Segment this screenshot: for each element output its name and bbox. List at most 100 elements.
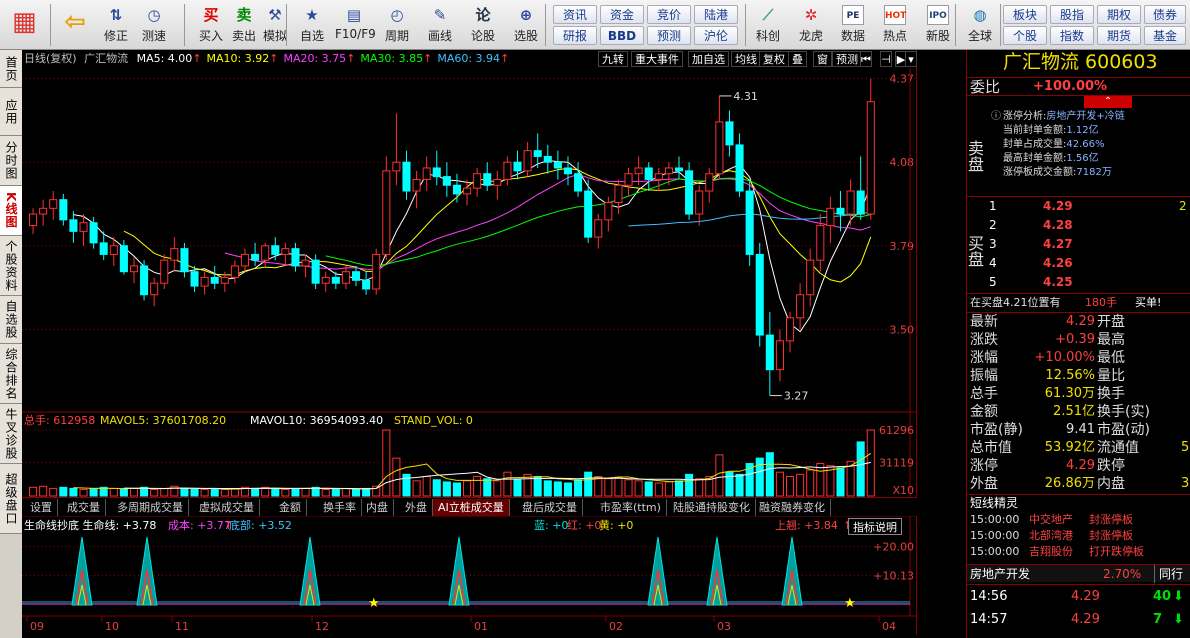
left-tab-7[interactable]: 牛叉诊股 (0, 404, 22, 464)
indicator-tab-5[interactable]: 换手率 (318, 499, 362, 516)
indicator-tab-7[interactable]: 外盘 (400, 499, 433, 516)
left-tab-2[interactable]: 分时图 (0, 136, 22, 186)
chart-control-3[interactable]: 均线 (731, 51, 761, 67)
collapse-up-button[interactable]: ⌃ (1084, 96, 1132, 108)
toolbar-btn-8[interactable]: ▤ F10/F9 (335, 3, 376, 47)
volume-bar (725, 471, 734, 497)
grid-btn-5[interactable]: BBD (600, 26, 644, 45)
right-grid-btn-5[interactable]: 指数 (1050, 26, 1094, 45)
indicator-tab-1[interactable]: 成交量 (62, 499, 106, 516)
indicator-tab-4[interactable]: 金额 (274, 499, 307, 516)
left-tab-0[interactable]: 首页 (0, 50, 22, 88)
sector-name[interactable]: 房地产开发 (970, 565, 1030, 583)
chart-control-1[interactable]: 重大事件 (631, 51, 683, 67)
hot-icon: HOT (884, 5, 906, 25)
sector-tab[interactable]: 同行 (1154, 565, 1183, 583)
volume-bar (533, 476, 542, 497)
bid-level: 2 (989, 218, 997, 232)
chart-control-0[interactable]: 九转 (598, 51, 628, 67)
chart-control-8[interactable]: ⏮ (860, 51, 872, 67)
chart-control-7[interactable]: 预测 (832, 51, 862, 67)
indicator-value-5: 黄: +0 (599, 519, 634, 532)
indicator-tab-8[interactable]: AI立桩成交量 (433, 499, 510, 516)
short-sprite-row-2[interactable]: 15:00:00 吉翔股份 打开跌停板 (967, 544, 1190, 560)
toolbar-btn-10[interactable]: ✎ 画线 (421, 3, 459, 47)
bid-row-2[interactable]: 2 4.28 (987, 216, 1190, 235)
right-grid-btn-7[interactable]: 基金 (1144, 26, 1186, 45)
ma-arrow: ↑ (192, 52, 202, 65)
right-grid-btn-0[interactable]: 板块 (1003, 5, 1047, 24)
short-sprite-row-1[interactable]: 15:00:00 北部湾港 封涨停板 (967, 528, 1190, 544)
kline-chart-svg[interactable]: 4.374.083.793.504.313.27总手: 612958 MAVOL5… (22, 50, 917, 635)
toolbar-icon-btn-5[interactable]: ◍ 全球 (960, 3, 1000, 47)
indicator-tab-0[interactable]: 设置 (25, 499, 58, 516)
grid-btn-7[interactable]: 沪伦 (694, 26, 738, 45)
toolbar-btn-9[interactable]: ◴ 周期 (378, 3, 416, 47)
candle-body (311, 259, 320, 284)
right-grid-btn-6[interactable]: 期货 (1097, 26, 1141, 45)
toolbar-icon-btn-4[interactable]: IPO 新股 (918, 3, 958, 47)
volume-header-item-3: STAND_VOL: 0 (394, 414, 473, 427)
toolbar-icon-btn-3[interactable]: HOT 热点 (875, 3, 915, 47)
right-grid-btn-1[interactable]: 股指 (1050, 5, 1094, 24)
bid-row-3[interactable]: 3 4.27 (987, 235, 1190, 254)
kline-chart-panel[interactable]: 4.37 4.08 3.79 3.50 4.31 3.27 总手: 612958 MAVOL5… (22, 50, 917, 635)
grid-btn-0[interactable]: 资讯 (553, 5, 597, 24)
indicator-tab-12[interactable]: 融资融券变化 (754, 499, 831, 516)
indicator-tab-10[interactable]: 市盈率(ttm) (595, 499, 667, 516)
toolbar-btn-12[interactable]: ⊕ 选股 (507, 3, 545, 47)
grid-btn-3[interactable]: 陆港 (694, 5, 738, 24)
indicator-help-button[interactable]: 指标说明 (848, 518, 902, 535)
chart-control-11[interactable]: ▾ (905, 51, 917, 67)
ma-arrow: ↑ (423, 52, 433, 65)
short-sprite-row-0[interactable]: 15:00:00 中交地产 封涨停板 (967, 512, 1190, 528)
indicator-tab-9[interactable]: 盘后成交量 (517, 499, 583, 516)
grid-btn-2[interactable]: 竞价 (647, 5, 691, 24)
grid-btn-4[interactable]: 研报 (553, 26, 597, 45)
bid-level: 5 (989, 275, 997, 289)
chart-control-9[interactable]: ⊣ (880, 51, 892, 67)
toolbar-btn-label: 模拟 (262, 29, 287, 43)
toolbar-btn-0[interactable]: ▦ (3, 3, 43, 47)
chart-stock-name: 广汇物流 (84, 52, 129, 65)
bid-row-5[interactable]: 5 4.25 (987, 273, 1190, 292)
left-tab-3[interactable]: K线图 (0, 186, 22, 236)
indicator-tab-6[interactable]: 内盘 (361, 499, 394, 516)
bid-row-1[interactable]: 1 4.29 2 (987, 197, 1190, 216)
bid-row-4[interactable]: 4 4.26 (987, 254, 1190, 273)
left-tab-6[interactable]: 综合排名 (0, 344, 22, 404)
indicator-tab-3[interactable]: 虚拟成交量 (194, 499, 260, 516)
right-grid-btn-4[interactable]: 个股 (1003, 26, 1047, 45)
toolbar-btn-11[interactable]: 论论股 (464, 3, 502, 47)
candle-body (644, 167, 653, 180)
indicator-tab-2[interactable]: 多周期成交量 (112, 499, 189, 516)
chart-control-4[interactable]: 复权 (759, 51, 789, 67)
toolbar-icon-btn-0[interactable]: ⟋ 科创 (748, 3, 788, 47)
right-grid-btn-3[interactable]: 债券 (1144, 5, 1186, 24)
toolbar-icon-btn-1[interactable]: ✲ 龙虎 (791, 3, 831, 47)
toolbar-btn-1[interactable]: ⇦ (55, 3, 95, 47)
left-tab-1[interactable]: 应用 (0, 88, 22, 136)
toolbar-btn-3[interactable]: ◷ 测速 (135, 3, 173, 47)
chart-control-5[interactable]: 叠 (788, 51, 807, 67)
left-tab-5[interactable]: 自选股 (0, 296, 22, 344)
volume-bar (513, 479, 522, 497)
volume-bar (695, 478, 704, 497)
grid-btn-1[interactable]: 资金 (600, 5, 644, 24)
grid-btn-6[interactable]: 预测 (647, 26, 691, 45)
info-icon: ⓘ (991, 111, 1001, 122)
toolbar-icon-btn-2[interactable]: PE 数据 (833, 3, 873, 47)
toolbar-btn-7[interactable]: ★ 自选 (293, 3, 331, 47)
right-grid-btn-2[interactable]: 期权 (1097, 5, 1141, 24)
short-time: 15:00:00 (970, 529, 1020, 542)
star-marker-icon: ★ (844, 596, 856, 611)
toolbar-btn-2[interactable]: ⇅ 修正 (97, 3, 135, 47)
chart-control-2[interactable]: 加自选 (688, 51, 729, 67)
indicator-tab-11[interactable]: 陆股通持股变化 (668, 499, 756, 516)
left-tab-4[interactable]: 个股资料 (0, 236, 22, 296)
chart-control-6[interactable]: 窗 (813, 51, 832, 67)
volume-bar (29, 486, 38, 497)
volume-bar (341, 487, 350, 497)
toolbar-btn-6[interactable]: ⚒ 模拟 (256, 3, 294, 47)
left-tab-8[interactable]: 超级盘口 (0, 464, 22, 534)
